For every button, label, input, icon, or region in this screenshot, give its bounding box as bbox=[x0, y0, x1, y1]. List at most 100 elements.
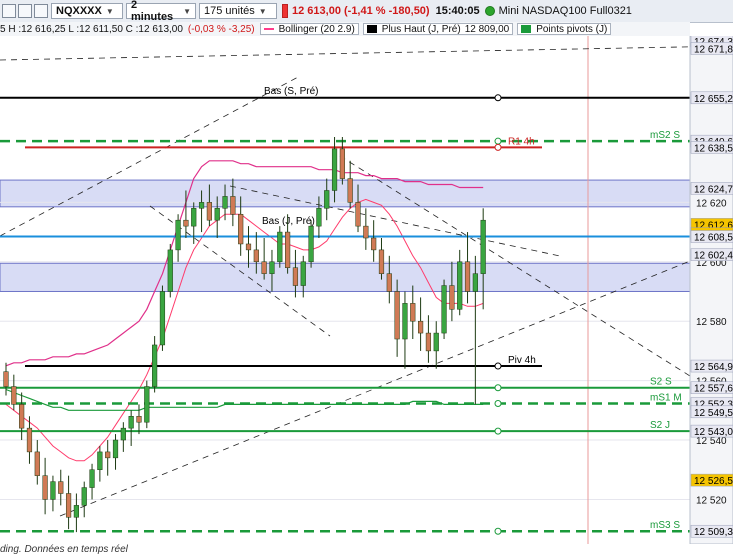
candle-body bbox=[300, 261, 306, 286]
level-marker bbox=[494, 137, 502, 145]
candle-body bbox=[472, 273, 478, 292]
candle-body bbox=[175, 219, 181, 251]
plus-haut-swatch bbox=[366, 25, 377, 33]
plus-haut-legend-item[interactable]: Plus Haut (J, Pré) 12 809,00 bbox=[362, 23, 514, 35]
price-marker-label: 12 526,5 bbox=[694, 476, 733, 487]
pivots-legend-item[interactable]: Points pivots (J) bbox=[517, 23, 612, 35]
level-marker bbox=[494, 143, 502, 151]
level-marker bbox=[494, 427, 502, 435]
lock-icon[interactable] bbox=[34, 4, 48, 18]
price-marker-label: 12 608,5 bbox=[694, 233, 733, 244]
price-chart[interactable]: Bas (S, Pré) mS2 S R1 4h Bas (J, Pré) Piv 4h… bbox=[0, 36, 733, 544]
candle-body bbox=[418, 320, 424, 334]
link-icon[interactable] bbox=[18, 4, 32, 18]
price-status-icon bbox=[282, 4, 288, 18]
candle-body bbox=[402, 303, 408, 340]
bollinger-legend-item[interactable]: Bollinger (20 2.9) bbox=[259, 23, 359, 35]
level-marker bbox=[494, 94, 502, 102]
candle-body bbox=[50, 481, 56, 500]
candle-body bbox=[89, 469, 95, 488]
plus-haut-label: Plus Haut (J, Pré) bbox=[381, 23, 461, 35]
level-marker bbox=[494, 527, 502, 535]
candle-body bbox=[42, 475, 48, 500]
candle-body bbox=[410, 303, 416, 322]
toolbar: NQXXXX ▼ 2 minutes ▼ 175 unités ▼ 12 613… bbox=[0, 0, 733, 23]
level-label: R1 4h bbox=[508, 136, 535, 147]
symbol-label: NQXXXX bbox=[56, 5, 102, 17]
symbol-selector[interactable]: NQXXXX ▼ bbox=[51, 3, 123, 19]
bollinger-label: Bollinger (20 2.9) bbox=[278, 23, 355, 35]
bollinger-swatch bbox=[263, 28, 274, 30]
plus-haut-value: 12 809,00 bbox=[464, 23, 510, 35]
candle-body bbox=[261, 261, 267, 274]
candle-body bbox=[11, 386, 17, 405]
price-marker-label: 12 509,3 bbox=[694, 527, 733, 538]
menu-icon[interactable] bbox=[2, 4, 16, 18]
candle-body bbox=[339, 148, 345, 179]
candle-body bbox=[65, 493, 72, 518]
y-tick-label: 12 520 bbox=[696, 495, 727, 506]
level-label: Bas (J, Pré) bbox=[262, 216, 315, 227]
candle-body bbox=[120, 427, 126, 441]
pivots-label: Points pivots (J) bbox=[536, 23, 608, 35]
candle-body bbox=[198, 202, 205, 209]
candle-body bbox=[480, 219, 486, 274]
timeframe-selector[interactable]: 2 minutes ▼ bbox=[126, 0, 196, 23]
candle-body bbox=[269, 261, 275, 274]
candle-body bbox=[26, 427, 33, 453]
candle-body bbox=[34, 451, 40, 476]
candle-body bbox=[457, 261, 463, 310]
candle-body bbox=[371, 237, 377, 251]
price-marker-label: 12 549,5 bbox=[694, 408, 733, 419]
candle-body bbox=[105, 451, 111, 459]
candle-body bbox=[238, 213, 244, 245]
candle-body bbox=[464, 261, 471, 292]
candle-body bbox=[378, 249, 385, 274]
price-marker-label: 12 564,9 bbox=[694, 362, 733, 373]
chevron-down-icon: ▼ bbox=[105, 6, 114, 16]
price-marker-label: 12 655,2 bbox=[694, 94, 733, 105]
candle-body bbox=[433, 332, 439, 352]
candle-body bbox=[347, 178, 353, 203]
candle-body bbox=[425, 332, 432, 352]
candle-body bbox=[167, 249, 173, 292]
chevron-down-icon: ▼ bbox=[258, 6, 267, 16]
candle-body bbox=[214, 208, 220, 221]
price-marker-label: 12 624,7 bbox=[694, 184, 733, 195]
candle-body bbox=[136, 416, 142, 423]
clock-time: 15:40:05 bbox=[435, 5, 480, 17]
candle-body bbox=[128, 416, 134, 429]
candle-body bbox=[183, 219, 189, 227]
candle-body bbox=[394, 291, 400, 340]
price-marker-label: 12 557,6 bbox=[694, 384, 733, 395]
level-label: S2 J bbox=[650, 420, 670, 431]
units-label: 175 unités bbox=[204, 5, 255, 17]
pivots-swatch bbox=[521, 25, 532, 33]
candle-body bbox=[324, 190, 330, 209]
level-label: mS2 S bbox=[650, 130, 680, 141]
price-marker-label: 12 543,0 bbox=[694, 427, 733, 438]
data-status-footer: ding. Données en temps réel bbox=[0, 544, 128, 555]
candle-body bbox=[449, 285, 455, 310]
price-axis bbox=[689, 36, 733, 544]
candle-body bbox=[355, 202, 361, 227]
level-marker bbox=[494, 362, 502, 370]
candle-body bbox=[206, 202, 212, 221]
candle-body bbox=[58, 481, 64, 494]
level-label: S2 S bbox=[650, 377, 672, 388]
candle-body bbox=[316, 208, 322, 227]
candle-body bbox=[81, 487, 87, 506]
candle-body bbox=[19, 404, 25, 429]
level-label: mS1 M bbox=[650, 392, 682, 403]
candle-body bbox=[363, 225, 369, 239]
units-selector[interactable]: 175 unités ▼ bbox=[199, 3, 277, 19]
candle-body bbox=[441, 285, 447, 334]
candle-body bbox=[331, 148, 338, 191]
candle-body bbox=[112, 439, 119, 459]
candle-body bbox=[144, 386, 150, 423]
price-marker-label: 12 638,5 bbox=[694, 143, 733, 154]
candle-body bbox=[277, 231, 283, 263]
candle-body bbox=[3, 371, 9, 387]
level-marker bbox=[494, 399, 502, 407]
level-label: Piv 4h bbox=[508, 355, 536, 366]
